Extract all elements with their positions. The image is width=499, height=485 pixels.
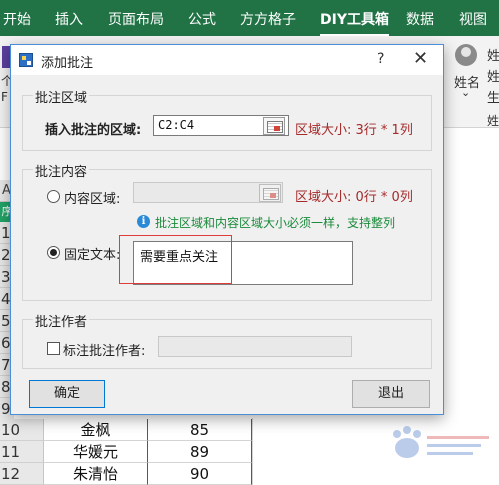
info-icon: i: [137, 215, 150, 228]
info-text: 批注区域和内容区域大小必须一样，支持整列: [155, 216, 396, 230]
content-group-title: 批注内容: [33, 161, 90, 180]
watermark-logo: [393, 426, 489, 458]
table-cell-name[interactable]: 金枫: [44, 419, 148, 441]
region-group-title: 批注区域: [33, 87, 90, 106]
author-checkbox-label[interactable]: 标注批注作者:: [63, 340, 145, 359]
region-label: 插入批注的区域:: [45, 123, 142, 138]
ribbon-tab-bar: 开始 插入 页面布局 公式 方方格子 DIY工具箱 数据 视图: [0, 0, 499, 37]
exit-button[interactable]: 退出: [352, 380, 430, 408]
fixed-text-label[interactable]: 固定文本:: [64, 244, 120, 263]
row-header-12[interactable]: 12: [0, 463, 44, 485]
tab-insert[interactable]: 插入: [55, 9, 83, 29]
table-cell-score[interactable]: 90: [148, 463, 252, 485]
table-cell-name[interactable]: 朱清怡: [44, 463, 148, 485]
table-cell-name[interactable]: 华媛元: [44, 441, 148, 463]
fixed-text-radio[interactable]: [47, 246, 60, 259]
author-group-title: 批注作者: [33, 311, 90, 330]
tab-data[interactable]: 数据: [406, 9, 434, 29]
author-checkbox[interactable]: [47, 342, 60, 355]
tab-home[interactable]: 开始: [3, 9, 31, 29]
tab-formulas[interactable]: 公式: [188, 9, 216, 29]
ok-button[interactable]: 确定: [29, 380, 105, 408]
tab-diy-toolbox[interactable]: DIY工具箱: [320, 9, 389, 37]
dialog-titlebar[interactable]: 添加批注 ? ✕: [11, 45, 443, 75]
add-comment-dialog: 添加批注 ? ✕ 批注区域 插入批注的区域: C2:C4 区域大小: 3行 * …: [10, 44, 444, 415]
person-icon[interactable]: [455, 44, 477, 66]
ribbon-right-text-2: 姓: [487, 70, 499, 85]
tab-view[interactable]: 视图: [459, 9, 487, 29]
row-header-10[interactable]: 10: [0, 419, 44, 441]
content-range-label[interactable]: 内容区域:: [64, 188, 120, 207]
table-cell-score[interactable]: 85: [148, 419, 252, 441]
range-picker-icon[interactable]: [259, 184, 281, 202]
tab-fangfang[interactable]: 方方格子: [240, 9, 296, 29]
range-picker-icon[interactable]: [263, 117, 285, 135]
content-range-radio[interactable]: [47, 190, 60, 203]
dialog-title: 添加批注: [41, 56, 94, 71]
region-size-text: 区域大小: 3行 * 1列: [295, 123, 413, 138]
app-icon: [19, 53, 33, 67]
table-cell-score[interactable]: 89: [148, 441, 252, 463]
content-range-size-text: 区域大小: 0行 * 0列: [295, 190, 413, 205]
close-icon[interactable]: ✕: [413, 48, 428, 69]
gridline: [252, 418, 253, 485]
ribbon-right-text-4: 姓: [487, 114, 499, 128]
help-button[interactable]: ?: [377, 51, 384, 67]
tab-page-layout[interactable]: 页面布局: [108, 9, 164, 29]
chevron-down-icon[interactable]: ⌄: [461, 86, 470, 99]
highlight-box: [119, 235, 232, 284]
row-header-11[interactable]: 11: [0, 441, 44, 463]
ribbon-right-text-3: 生: [487, 91, 499, 106]
ribbon-left-text-2: F: [1, 90, 8, 104]
author-input[interactable]: [158, 336, 352, 357]
ribbon-right-text-1: 姓: [487, 49, 499, 64]
